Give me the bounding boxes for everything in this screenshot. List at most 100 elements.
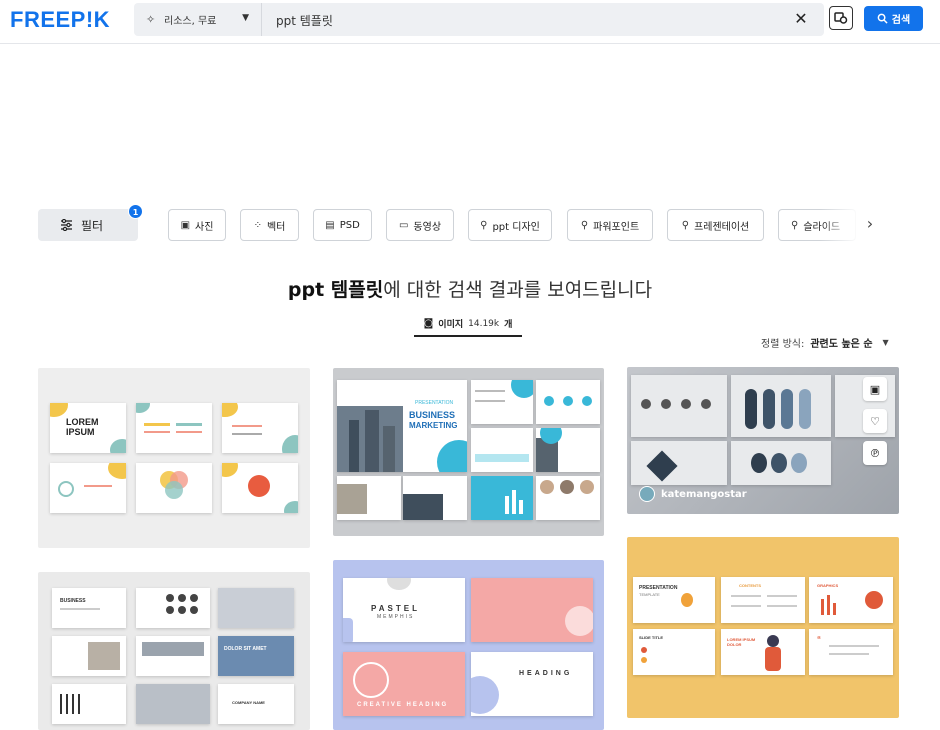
- thumbnail-slide: SLIDE TITLE: [633, 629, 715, 675]
- sort-label: 정렬 방식:: [761, 339, 805, 350]
- thumbnail-slide: [536, 380, 600, 424]
- thumbnail-slide: [731, 441, 831, 485]
- results-title: ppt 템플릿에 대한 검색 결과를 보여드립니다: [0, 275, 940, 302]
- result-card[interactable]: PASTEL MEMPHIS CREATIVE HEADING HEADING: [333, 560, 604, 730]
- search-icon: [877, 13, 888, 24]
- thumbnail-slide: [403, 476, 467, 520]
- vector-icon: ⁘: [253, 219, 262, 231]
- chip-label: 벡터: [266, 221, 286, 233]
- author-info[interactable]: katemangostar: [639, 486, 747, 502]
- chip-vector[interactable]: ⁘ 벡터: [240, 209, 299, 241]
- resources-icon: ✧: [146, 13, 156, 26]
- slide-title: CREATIVE HEADING: [357, 702, 449, 708]
- thumbnail-slide: BUSINESS MARKETING PRESENTATION: [337, 380, 467, 472]
- search-icon: ⚲: [791, 219, 799, 231]
- chips-fade: [820, 205, 860, 245]
- thumbnail-slide: [136, 636, 210, 676]
- chip-label: 프레젠테이션: [694, 221, 750, 233]
- thumbnail-slide: [731, 375, 831, 437]
- pinterest-icon[interactable]: ℗: [863, 441, 887, 465]
- thumbnail-slide: GRAPHICS: [809, 577, 893, 623]
- resource-type-select[interactable]: ✧ 리소스, 무료 ▼: [134, 3, 262, 36]
- card-actions: ▣ ♡ ℗: [863, 377, 887, 465]
- heart-icon[interactable]: ♡: [863, 409, 887, 433]
- filter-button[interactable]: 필터: [38, 209, 138, 241]
- chevron-right-icon[interactable]: ›: [860, 214, 880, 234]
- thumbnail-slide: LOREM IPSUM: [50, 403, 126, 453]
- caret-down-icon: ▼: [882, 338, 889, 347]
- slide-title: GRAPHICS: [817, 583, 839, 588]
- tab-label: 이미지: [438, 320, 464, 330]
- search-icon: ⚲: [681, 219, 690, 231]
- thumbnail-slide: [631, 441, 727, 485]
- thumbnail-slide: CREATIVE HEADING: [343, 652, 465, 716]
- chevron-down-icon: ▼: [242, 13, 249, 23]
- chip-psd[interactable]: ▤ PSD: [313, 209, 372, 241]
- slide-subtitle: MARKETING: [409, 421, 458, 430]
- thumbnail-slide: LOREM IPSUM DOLOR: [721, 629, 805, 675]
- tab-images[interactable]: ◙ 이미지 14.19k 개: [414, 312, 522, 337]
- thumbnail-slide: DOLOR SIT AMET: [218, 636, 294, 676]
- search-icon: ⚲: [580, 219, 589, 231]
- visual-search-button[interactable]: [829, 6, 853, 30]
- result-card[interactable]: BUSINESS DOLOR SIT AMET COMPANY NAME: [38, 572, 310, 730]
- result-card[interactable]: PRESENTATION TEMPLATE CONTENTS GRAPHICS …: [627, 537, 899, 718]
- thumbnail-slide: [471, 380, 533, 424]
- search-button-label: 검색: [891, 15, 911, 26]
- result-card[interactable]: LOREM IPSUM: [38, 368, 310, 548]
- freepik-logo[interactable]: FREEP!K: [10, 7, 110, 33]
- top-header: FREEP!K ✧ 리소스, 무료 ▼ ppt 템플릿 ✕ 검색: [0, 0, 940, 44]
- slide-title: SLIDE TITLE: [639, 635, 663, 640]
- chip-powerpoint[interactable]: ⚲ 파워포인트: [567, 209, 653, 241]
- thumbnail-slide: [337, 476, 401, 520]
- thumbnail-slide: COMPANY NAME: [218, 684, 294, 724]
- thumbnail-slide: [471, 476, 533, 520]
- slide-title: BUSINESS: [409, 410, 456, 420]
- sort-control[interactable]: 정렬 방식: 관련도 높은 순 ▼: [761, 335, 889, 350]
- slide-title: DOLOR SIT AMET: [224, 646, 267, 652]
- filter-button-label: 필터: [81, 218, 104, 233]
- active-filter-count-badge: 1: [128, 204, 143, 219]
- thumbnail-slide: [222, 463, 298, 513]
- thumbnail-slide: [536, 476, 600, 520]
- clear-search-icon[interactable]: ✕: [792, 9, 810, 29]
- chip-presentation[interactable]: ⚲ 프레젠테이션: [667, 209, 764, 241]
- resource-type-value: 리소스, 무료: [164, 16, 217, 27]
- psd-icon: ▤: [325, 219, 335, 231]
- search-input[interactable]: ppt 템플릿: [276, 12, 333, 29]
- photo-icon: ▣: [180, 219, 191, 231]
- chip-photo[interactable]: ▣ 사진: [168, 209, 226, 241]
- collection-icon[interactable]: ▣: [863, 377, 887, 401]
- thumbnail-slide: [136, 403, 212, 453]
- chip-video[interactable]: ▭ 동영상: [386, 209, 454, 241]
- thumbnail-slide: [50, 463, 126, 513]
- chip-label: 동영상: [413, 221, 442, 233]
- result-card[interactable]: BUSINESS MARKETING PRESENTATION: [333, 368, 604, 536]
- slide-title: CONTENTS: [739, 583, 761, 588]
- thumbnail-slide: PASTEL MEMPHIS: [343, 578, 465, 642]
- thumbnail-slide: [52, 684, 126, 724]
- search-icon: ⚲: [480, 219, 488, 231]
- result-card[interactable]: ▣ ♡ ℗ katemangostar: [627, 367, 899, 514]
- search-button[interactable]: 검색: [864, 6, 923, 31]
- slide-subtitle: MEMPHIS: [377, 614, 415, 620]
- search-bar: ✧ 리소스, 무료 ▼ ppt 템플릿 ✕: [134, 3, 824, 36]
- thumbnail-slide: [536, 428, 600, 472]
- slide-tag: PRESENTATION: [415, 400, 454, 406]
- thumbnail-slide: [136, 588, 210, 628]
- thumbnail-slide: BUSINESS: [52, 588, 126, 628]
- chip-ppt-design[interactable]: ⚲ ppt 디자인: [468, 209, 552, 241]
- video-icon: ▭: [398, 219, 409, 231]
- results-query: ppt 템플릿: [287, 279, 384, 301]
- author-name: katemangostar: [661, 488, 747, 500]
- image-search-icon: [834, 12, 848, 24]
- chip-label: PSD: [339, 219, 360, 231]
- slide-title: BUSINESS: [60, 598, 86, 604]
- results-title-rest: 에 대한 검색 결과를 보여드립니다: [383, 279, 653, 301]
- thumbnail-slide: CONTENTS: [721, 577, 805, 623]
- thumbnail-slide: [136, 684, 210, 724]
- sliders-icon: [61, 219, 72, 231]
- thumbnail-slide: [631, 375, 727, 437]
- thumbnail-slide: [136, 463, 212, 513]
- image-icon: ◙: [423, 318, 434, 329]
